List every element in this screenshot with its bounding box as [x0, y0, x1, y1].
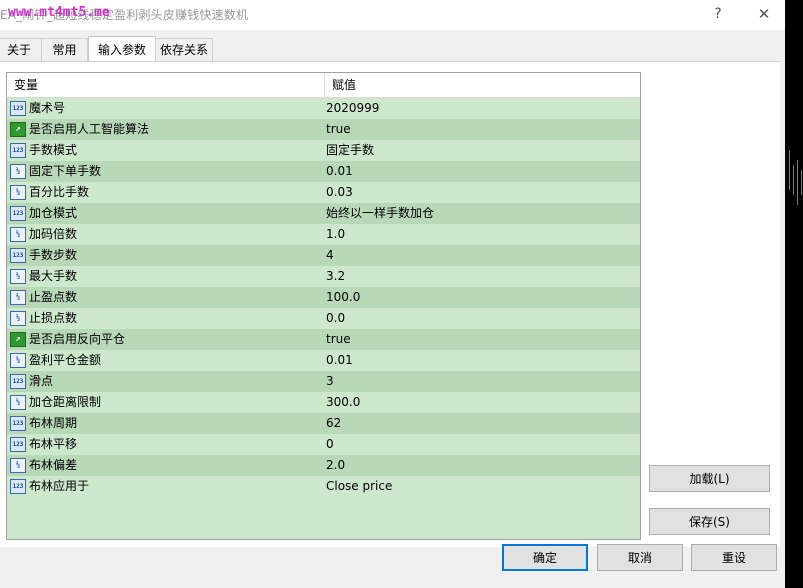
parameter-value[interactable]: true	[326, 329, 351, 350]
double-icon: ½	[10, 269, 26, 284]
int-icon: 123	[10, 248, 26, 263]
parameter-value[interactable]: 0	[326, 434, 334, 455]
tab-about[interactable]: 关于	[0, 38, 42, 62]
parameter-value[interactable]: 1.0	[326, 224, 345, 245]
chart-candle	[789, 150, 790, 190]
parameter-name: 手数模式	[29, 143, 78, 157]
table-row[interactable]: ½ 盈利平仓金额 0.01	[7, 350, 640, 371]
parameter-value[interactable]: 始终以一样手数加仓	[326, 203, 434, 224]
int-icon: 123	[10, 101, 26, 116]
close-button[interactable]: ✕	[752, 4, 776, 24]
parameter-name: 魔术号	[29, 101, 66, 115]
double-icon: ½	[10, 227, 26, 242]
parameter-name: 布林周期	[29, 416, 78, 430]
parameter-value[interactable]: Close price	[326, 476, 392, 497]
int-icon: 123	[10, 479, 26, 494]
table-row[interactable]: 123 手数步数 4	[7, 245, 640, 266]
table-row[interactable]: 123 加仓模式 始终以一样手数加仓	[7, 203, 640, 224]
table-row[interactable]: ½ 加码倍数 1.0	[7, 224, 640, 245]
int-icon: 123	[10, 206, 26, 221]
parameter-name: 最大手数	[29, 269, 78, 283]
parameter-name: 加仓模式	[29, 206, 78, 220]
background-chart-strip	[785, 0, 803, 588]
table-row[interactable]: 123 布林周期 62	[7, 413, 640, 434]
tab-input-parameters[interactable]: 输入参数	[88, 36, 156, 63]
parameter-name: 加仓距离限制	[29, 395, 102, 409]
column-header-variable[interactable]: 变量	[7, 73, 324, 97]
parameter-value[interactable]: 300.0	[326, 392, 360, 413]
bool-icon: ↗	[10, 332, 26, 347]
parameter-name: 加码倍数	[29, 227, 78, 241]
table-row[interactable]: 123 滑点 3	[7, 371, 640, 392]
double-icon: ½	[10, 395, 26, 410]
load-button[interactable]: 加载(L)	[649, 465, 770, 492]
grid-header: 变量 赋值	[7, 73, 640, 98]
tab-dependencies[interactable]: 依存关系	[155, 38, 213, 62]
table-row[interactable]: ½ 固定下单手数 0.01	[7, 161, 640, 182]
double-icon: ½	[10, 353, 26, 368]
grid-rows: 123 魔术号 2020999 ↗ 是否启用人工智能算法 true 123 手数模式 固定手数 ½…	[7, 98, 640, 497]
parameter-value[interactable]: 0.01	[326, 161, 353, 182]
tab-common[interactable]: 常用	[41, 38, 88, 62]
double-icon: ½	[10, 458, 26, 473]
double-icon: ½	[10, 311, 26, 326]
table-row[interactable]: 123 布林应用于 Close price	[7, 476, 640, 497]
int-icon: 123	[10, 143, 26, 158]
parameter-value[interactable]: 62	[326, 413, 341, 434]
chart-candle	[801, 170, 802, 195]
parameter-name: 是否启用人工智能算法	[29, 122, 150, 136]
table-row[interactable]: ½ 加仓距离限制 300.0	[7, 392, 640, 413]
int-icon: 123	[10, 437, 26, 452]
parameter-name: 布林平移	[29, 437, 78, 451]
parameter-value[interactable]: true	[326, 119, 351, 140]
watermark-text: www.mt4mt5.me	[8, 5, 110, 20]
table-row[interactable]: ½ 止损点数 0.0	[7, 308, 640, 329]
parameter-value[interactable]: 2020999	[326, 98, 379, 119]
title-bar: EA_闹钟_超短线稳定盈利剥头皮赚钱快速数机 www.mt4mt5.me ? ✕	[0, 0, 785, 30]
parameter-value[interactable]: 3.2	[326, 266, 345, 287]
table-row[interactable]: ½ 百分比手数 0.03	[7, 182, 640, 203]
parameter-name: 滑点	[29, 374, 54, 388]
parameter-value[interactable]: 4	[326, 245, 334, 266]
parameter-name: 止盈点数	[29, 290, 78, 304]
parameter-name: 手数步数	[29, 248, 78, 262]
table-row[interactable]: ↗ 是否启用反向平仓 true	[7, 329, 640, 350]
bool-icon: ↗	[10, 122, 26, 137]
parameter-name: 百分比手数	[29, 185, 90, 199]
reset-button[interactable]: 重设	[691, 544, 777, 571]
column-header-value[interactable]: 赋值	[325, 73, 632, 97]
parameter-name: 是否启用反向平仓	[29, 332, 126, 346]
ok-button[interactable]: 确定	[502, 544, 588, 571]
table-row[interactable]: ↗ 是否启用人工智能算法 true	[7, 119, 640, 140]
parameter-value[interactable]: 0.0	[326, 308, 345, 329]
table-row[interactable]: ½ 最大手数 3.2	[7, 266, 640, 287]
table-row[interactable]: 123 手数模式 固定手数	[7, 140, 640, 161]
parameter-name: 布林应用于	[29, 479, 90, 493]
table-row[interactable]: 123 魔术号 2020999	[7, 98, 640, 119]
parameter-name: 布林偏差	[29, 458, 78, 472]
parameter-name: 固定下单手数	[29, 164, 102, 178]
table-row[interactable]: ½ 布林偏差 2.0	[7, 455, 640, 476]
parameter-name: 止损点数	[29, 311, 78, 325]
parameter-value[interactable]: 0.01	[326, 350, 353, 371]
help-button[interactable]: ?	[706, 4, 730, 24]
parameter-value[interactable]: 100.0	[326, 287, 360, 308]
int-icon: 123	[10, 374, 26, 389]
double-icon: ½	[10, 164, 26, 179]
parameter-value[interactable]: 固定手数	[326, 140, 374, 161]
save-button[interactable]: 保存(S)	[649, 508, 770, 535]
double-icon: ½	[10, 290, 26, 305]
table-row[interactable]: 123 布林平移 0	[7, 434, 640, 455]
parameter-value[interactable]: 2.0	[326, 455, 345, 476]
chart-candle	[793, 165, 794, 195]
parameter-value[interactable]: 3	[326, 371, 334, 392]
cancel-button[interactable]: 取消	[597, 544, 683, 571]
parameter-value[interactable]: 0.03	[326, 182, 353, 203]
chart-candle	[797, 160, 798, 205]
parameters-grid: 变量 赋值 123 魔术号 2020999 ↗ 是否启用人工智能算法 true 123 手数模…	[6, 72, 641, 540]
double-icon: ½	[10, 185, 26, 200]
table-row[interactable]: ½ 止盈点数 100.0	[7, 287, 640, 308]
int-icon: 123	[10, 416, 26, 431]
parameter-name: 盈利平仓金额	[29, 353, 102, 367]
